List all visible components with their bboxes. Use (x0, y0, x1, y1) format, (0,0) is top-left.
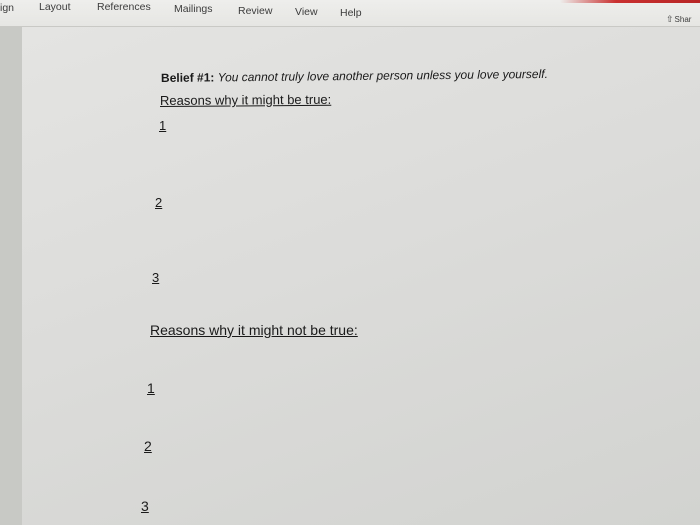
left-gutter (0, 27, 22, 525)
tab-help[interactable]: Help (340, 7, 362, 19)
tab-references[interactable]: References (97, 1, 151, 13)
window-accent-bar (560, 0, 700, 3)
tab-review[interactable]: Review (238, 5, 272, 17)
true-item-2: 2 (155, 195, 163, 210)
belief-line: Belief #1: You cannot truly love another… (161, 67, 548, 85)
tab-design[interactable]: ign (0, 2, 14, 14)
share-label: Shar (674, 15, 692, 24)
tab-mailings[interactable]: Mailings (174, 3, 213, 15)
share-icon: ⇧ (666, 14, 674, 24)
tab-layout[interactable]: Layout (39, 1, 71, 13)
reasons-true-heading: Reasons why it might be true: (159, 91, 332, 108)
false-item-1: 1 (147, 380, 155, 396)
belief-label: Belief #1: (160, 70, 215, 85)
share-button[interactable]: ⇧Shar (666, 14, 691, 25)
document-page[interactable]: Belief #1: You cannot truly love another… (22, 27, 700, 525)
tab-view[interactable]: View (295, 6, 318, 18)
false-item-3: 3 (141, 498, 149, 514)
true-item-3: 3 (152, 270, 160, 285)
false-item-2: 2 (144, 438, 152, 454)
ribbon-tabs-bar: ign Layout References Mailings Review Vi… (0, 0, 700, 27)
true-item-1: 1 (159, 118, 167, 133)
reasons-false-heading: Reasons why it might not be true: (150, 322, 358, 338)
belief-statement: You cannot truly love another person unl… (217, 66, 548, 85)
